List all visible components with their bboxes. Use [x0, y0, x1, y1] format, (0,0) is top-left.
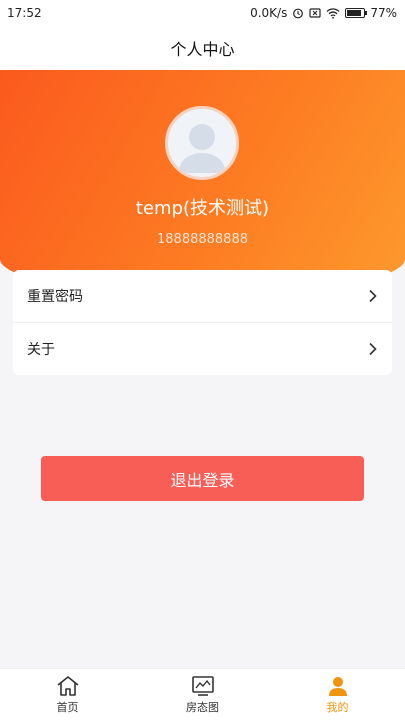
tab-label: 我的: [326, 700, 349, 714]
user-icon: [328, 676, 347, 696]
chevron-right-icon: [369, 342, 377, 355]
network-speed: 0.0K/s: [250, 6, 288, 20]
tab-room-status[interactable]: 房态图: [135, 669, 270, 720]
battery-percent: 77%: [370, 6, 397, 20]
menu-item-about[interactable]: 关于: [13, 322, 392, 374]
status-bar: 17:52 0.0K/s 77%: [0, 0, 405, 26]
battery-level: [347, 10, 362, 16]
nav-bar: 个人中心: [0, 26, 405, 70]
chevron-right-icon: [369, 289, 377, 303]
wifi-icon: [326, 8, 340, 19]
sim-off-icon: [309, 8, 321, 18]
menu-item-label: 关于: [27, 341, 55, 358]
tab-bar: 首页 房态图 我的: [0, 668, 405, 720]
profile-header: temp(技术测试) 18888888888: [0, 70, 405, 295]
user-phone: 18888888888: [157, 232, 248, 247]
tab-label: 房态图: [186, 700, 219, 714]
chart-icon: [191, 675, 214, 696]
battery-icon: [345, 8, 368, 18]
tab-home[interactable]: 首页: [0, 669, 135, 720]
logout-button[interactable]: 退出登录: [41, 456, 364, 501]
avatar[interactable]: [165, 106, 239, 180]
user-name: temp(技术测试): [135, 198, 270, 219]
menu-card: 重置密码 关于: [13, 270, 392, 375]
menu-item-label: 重置密码: [27, 289, 83, 305]
default-avatar-icon: [178, 124, 226, 173]
menu-item-reset-password[interactable]: 重置密码: [13, 270, 392, 322]
page-title: 个人中心: [170, 40, 235, 59]
tab-label: 首页: [56, 700, 79, 714]
status-time: 17:52: [7, 6, 42, 20]
tab-mine[interactable]: 我的: [270, 669, 405, 720]
alarm-icon: [293, 8, 304, 19]
status-icons: 0.0K/s 77%: [250, 6, 397, 20]
home-icon: [57, 675, 78, 696]
